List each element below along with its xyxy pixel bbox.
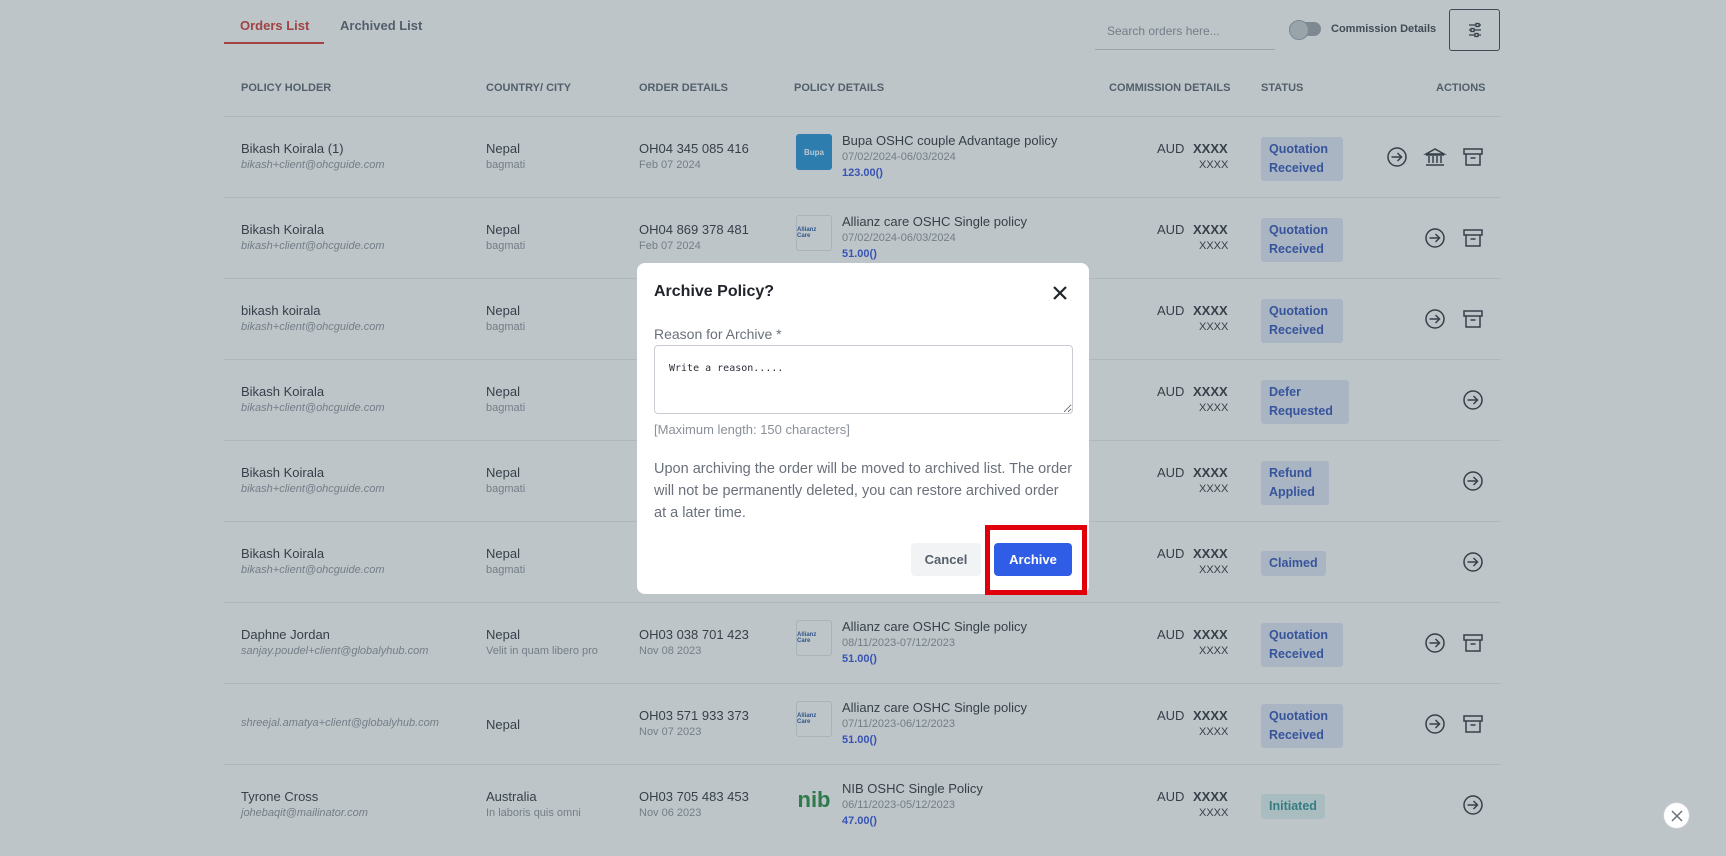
reason-label: Reason for Archive * <box>654 326 782 342</box>
corner-close-icon[interactable] <box>1663 802 1690 829</box>
highlight-box <box>985 525 1087 595</box>
max-length-hint: [Maximum length: 150 characters] <box>654 422 850 437</box>
close-icon[interactable] <box>1049 282 1071 304</box>
dialog-title: Archive Policy? <box>654 283 775 300</box>
archive-notice: Upon archiving the order will be moved t… <box>654 461 1073 521</box>
reason-textarea[interactable] <box>654 345 1073 414</box>
cancel-button[interactable]: Cancel <box>911 543 981 576</box>
